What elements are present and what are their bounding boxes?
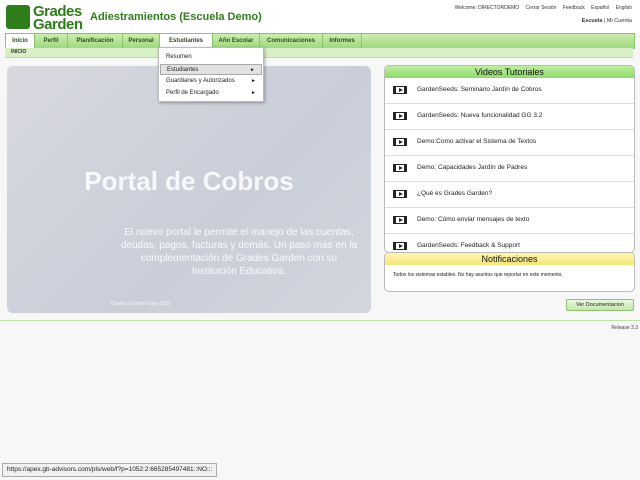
feedback-link[interactable]: Feedback — [563, 5, 585, 11]
notifications-title: Notificaciones — [385, 253, 634, 265]
video-label[interactable]: GardenSeeds: Feedback & Support — [417, 242, 520, 249]
school-link[interactable]: Escuela — [582, 18, 603, 24]
header: Grades Garden Adiestramientos (Escuela D… — [0, 0, 640, 34]
menu-item-label: Resumen — [166, 54, 192, 60]
video-item[interactable]: GardenSeeds: Seminario Jardín de Cobros — [385, 78, 634, 104]
film-icon — [393, 216, 407, 224]
film-icon — [393, 86, 407, 94]
video-item[interactable]: GardenSeeds: Nueva funcionalidad GG 3.2 — [385, 104, 634, 130]
submenu-arrow-icon: ► — [250, 67, 255, 73]
view-documentation-button[interactable]: Ver Documentacion — [566, 299, 634, 311]
menu-item-label: Guardianes y Autorizados — [166, 78, 235, 84]
video-item[interactable]: Demo: Capacidades Jardín de Padres — [385, 156, 634, 182]
main-tabs: Inicio Perfil Planificación Personal Est… — [5, 33, 635, 49]
grades-garden-logo[interactable]: Grades Garden — [6, 3, 86, 33]
subtab-inicio[interactable]: INICIO — [11, 49, 26, 55]
release-label: Release 3.3 — [611, 325, 638, 331]
menu-item-perfil-encargado[interactable]: Perfil de Encargado ► — [160, 88, 262, 99]
film-icon — [393, 138, 407, 146]
video-item[interactable]: GardenSeeds: Feedback & Support — [385, 234, 634, 252]
menu-item-resumen[interactable]: Resumen — [160, 52, 262, 63]
banner-text: El nuevo portal le permite el manejo de … — [120, 227, 358, 277]
tab-inicio[interactable]: Inicio — [6, 34, 35, 49]
menu-item-guardianes[interactable]: Guardianes y Autorizados ► — [160, 76, 262, 87]
video-label[interactable]: ¿Qué es Grades Garden? — [417, 190, 492, 197]
video-label[interactable]: GardenSeeds: Seminario Jardín de Cobros — [417, 86, 542, 93]
banner-title: Portal de Cobros — [84, 166, 294, 196]
videos-panel: Videos Tutoriales GardenSeeds: Seminario… — [384, 65, 635, 253]
context-links: Escuela | Mi Cuenta — [582, 18, 632, 24]
tab-comunicaciones[interactable]: Comunicaciones — [260, 34, 323, 48]
menu-item-label: Perfil de Encargado — [166, 90, 219, 96]
estudiantes-dropdown-menu: Resumen Estudiantes ► Guardianes y Autori… — [158, 47, 264, 102]
welcome-text: Welcome: DIRECTORDEMO — [454, 5, 520, 11]
video-label[interactable]: GardenSeeds: Nueva funcionalidad GG 3.2 — [417, 112, 542, 119]
top-links: Welcome: DIRECTORDEMO Cerrar Sesión Feed… — [450, 5, 632, 11]
video-label[interactable]: Demo:Como activar el Sistema de Textos — [417, 138, 536, 145]
tab-personal[interactable]: Personal — [123, 34, 160, 48]
logo-text-2: Garden — [33, 16, 83, 33]
sub-tabs: INICIO — [5, 48, 633, 58]
video-item[interactable]: Demo:Como activar el Sistema de Textos — [385, 130, 634, 156]
film-icon — [393, 242, 407, 250]
tab-perfil[interactable]: Perfil — [35, 34, 68, 48]
footer-divider — [0, 320, 640, 321]
tab-ano-escolar[interactable]: Año Escolar — [213, 34, 260, 48]
menu-item-estudiantes[interactable]: Estudiantes ► — [160, 64, 262, 75]
film-icon — [393, 112, 407, 120]
notifications-panel: Notificaciones Todos los sistemas establ… — [384, 252, 635, 292]
tab-informes[interactable]: Informes — [323, 34, 362, 48]
lang-en-link[interactable]: English — [616, 5, 632, 11]
video-item[interactable]: ¿Qué es Grades Garden? — [385, 182, 634, 208]
leaf-icon — [6, 5, 30, 29]
video-label[interactable]: Demo: Cómo enviar mensajes de texto — [417, 216, 529, 223]
videos-title: Videos Tutoriales — [385, 66, 634, 78]
my-account-link[interactable]: Mi Cuenta — [607, 18, 632, 24]
banner-footer: Grades Garden Copy 2016 — [111, 301, 172, 307]
menu-item-label: Estudiantes — [167, 67, 199, 73]
video-label[interactable]: Demo: Capacidades Jardín de Padres — [417, 164, 527, 171]
status-bar-url: https://apex.gb-advisors.com/pls/web/f?p… — [2, 463, 218, 477]
lang-es-link[interactable]: Español — [591, 5, 609, 11]
separator: | — [603, 18, 606, 24]
logout-link[interactable]: Cerrar Sesión — [526, 5, 557, 11]
film-icon — [393, 190, 407, 198]
notifications-text: Todos los sistemas estables. No hay asun… — [393, 272, 563, 278]
video-item[interactable]: Demo: Cómo enviar mensajes de texto — [385, 208, 634, 234]
app-title: Adiestramientos (Escuela Demo) — [90, 11, 262, 23]
film-icon — [393, 164, 407, 172]
submenu-arrow-icon: ► — [251, 78, 256, 84]
tab-planificacion[interactable]: Planificación — [68, 34, 123, 48]
promo-banner[interactable]: Portal de Cobros El nuevo portal le perm… — [7, 66, 371, 313]
submenu-arrow-icon: ► — [251, 90, 256, 96]
